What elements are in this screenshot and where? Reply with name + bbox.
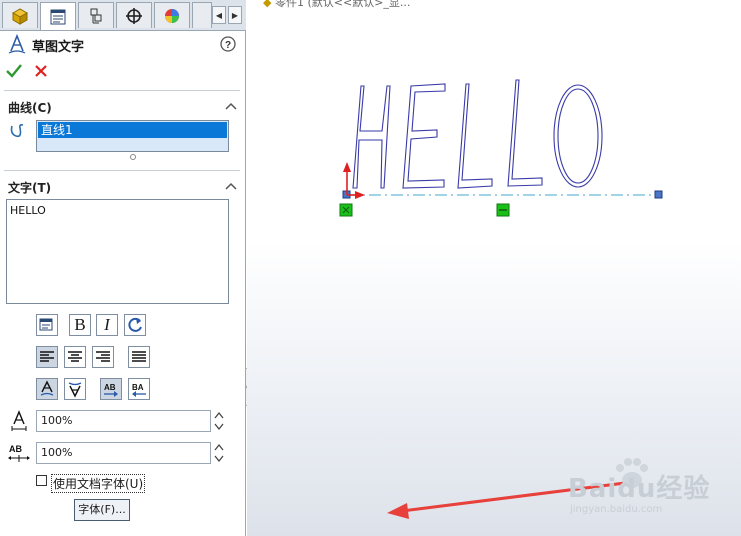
rotate-icon [128, 317, 142, 332]
width-factor-icon [11, 410, 27, 431]
watermark-brand: Baidu经验 [568, 474, 711, 504]
align-left-button[interactable] [36, 346, 58, 368]
tab-feature-manager[interactable] [2, 2, 38, 28]
tab-more[interactable] [192, 2, 212, 28]
justify-icon [132, 351, 146, 362]
font-button[interactable]: 字体(F)... [74, 499, 130, 521]
origin-arrow-right-icon [355, 191, 365, 199]
use-document-font-checkbox[interactable] [36, 475, 47, 486]
tab-scroll-left-button[interactable]: ◀ [212, 6, 226, 24]
chevron-up-icon[interactable] [225, 101, 237, 111]
justify-button[interactable] [128, 346, 150, 368]
origin-arrow-up-icon [343, 162, 351, 172]
text-input[interactable]: HELLO [6, 199, 229, 304]
rotate-button[interactable] [124, 314, 146, 336]
width-factor-row: 100% [8, 410, 228, 434]
check-icon[interactable] [6, 64, 22, 78]
watermark-url: jingyan.baidu.com [570, 504, 663, 515]
flip-horizontal-right-button[interactable]: AB [100, 378, 122, 400]
tab-dimxpert-manager[interactable] [116, 2, 152, 28]
bold-icon: B [74, 315, 86, 334]
tab-display-manager[interactable] [154, 2, 190, 28]
flip-up-icon [40, 380, 54, 396]
divider [4, 90, 240, 91]
svg-text:AB: AB [9, 444, 22, 454]
x-icon[interactable] [34, 64, 48, 78]
annotation-arrow-head-icon [387, 503, 409, 519]
sketch-text-icon [8, 34, 26, 54]
italic-icon: I [104, 315, 110, 334]
manager-tab-bar: ◀ ▶ [0, 0, 246, 31]
italic-button[interactable]: I [96, 314, 118, 336]
align-right-button[interactable] [92, 346, 114, 368]
use-document-font-label[interactable]: 使用文档字体(U) [51, 474, 146, 493]
graphics-area[interactable]: ◆ 零件1 (默认<<默认>_显... [247, 0, 741, 536]
help-icon[interactable]: ? [220, 36, 236, 52]
property-manager-panel: ◀ ▶ 草图文字 ? 曲线(C) 直线1 文字(T) HELLO B I AB … [0, 0, 246, 536]
curve-section-label: 曲线(C) [8, 101, 52, 115]
curve-selection-box[interactable]: 直线1 [36, 120, 229, 152]
link-to-property-button[interactable] [36, 314, 58, 336]
align-right-icon [96, 351, 110, 362]
chevron-up-icon[interactable] [225, 181, 237, 191]
page-title: 草图文字 [32, 40, 85, 55]
align-center-button[interactable] [64, 346, 86, 368]
flip-down-icon [68, 382, 82, 398]
svg-text:AB: AB [104, 383, 116, 392]
align-left-icon [40, 351, 54, 362]
spacing-input[interactable]: 100% [36, 442, 211, 464]
appearance-ball-icon [165, 8, 179, 23]
flip-left-icon: BA [132, 383, 146, 397]
spacing-stepper[interactable] [214, 442, 224, 464]
crosshair-icon [126, 7, 142, 24]
width-factor-stepper[interactable] [214, 410, 224, 432]
align-center-icon [68, 351, 82, 362]
baidu-watermark: Baidu经验 jingyan.baidu.com [564, 458, 734, 520]
curve-item-line1[interactable]: 直线1 [38, 122, 227, 138]
tab-scroll-right-button[interactable]: ▶ [228, 6, 242, 24]
tab-property-manager[interactable] [40, 2, 76, 30]
svg-text:BA: BA [132, 383, 144, 392]
configuration-icon [90, 8, 102, 23]
sketch-canvas [339, 79, 663, 519]
bold-button[interactable]: B [69, 314, 91, 336]
svg-text:?: ? [225, 40, 231, 51]
sketch-text-hello[interactable] [352, 79, 603, 189]
flip-vertical-up-button[interactable] [36, 378, 58, 400]
line-endpoint[interactable] [654, 190, 663, 199]
flip-right-icon: AB [104, 383, 118, 397]
width-factor-input[interactable]: 100% [36, 410, 211, 432]
divider [4, 170, 240, 171]
spacing-row: AB 100% [8, 442, 228, 466]
curve-icon [10, 124, 24, 138]
spacing-icon: AB [8, 444, 30, 462]
flip-vertical-down-button[interactable] [64, 378, 86, 400]
text-section-label: 文字(T) [8, 181, 52, 195]
tab-configuration-manager[interactable] [78, 2, 114, 28]
flip-horizontal-left-button[interactable]: BA [128, 378, 150, 400]
feature-tree-icon [11, 7, 29, 25]
list-resize-grip-icon[interactable] [129, 153, 137, 161]
link-property-icon [39, 318, 53, 331]
property-manager-header: 草图文字 ? [6, 34, 240, 56]
property-list-icon [50, 9, 66, 24]
